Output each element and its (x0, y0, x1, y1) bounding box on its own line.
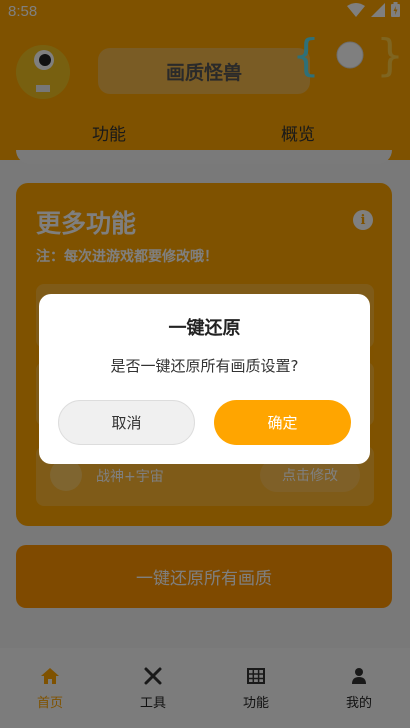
cancel-button[interactable]: 取消 (58, 400, 195, 445)
dialog-message: 是否一键还原所有画质设置? (110, 357, 299, 375)
dialog-title: 一键还原 (168, 318, 241, 339)
restore-dialog: 一键还原 是否一键还原所有画质设置? 取消 确定 (39, 294, 370, 464)
confirm-button[interactable]: 确定 (214, 400, 351, 445)
